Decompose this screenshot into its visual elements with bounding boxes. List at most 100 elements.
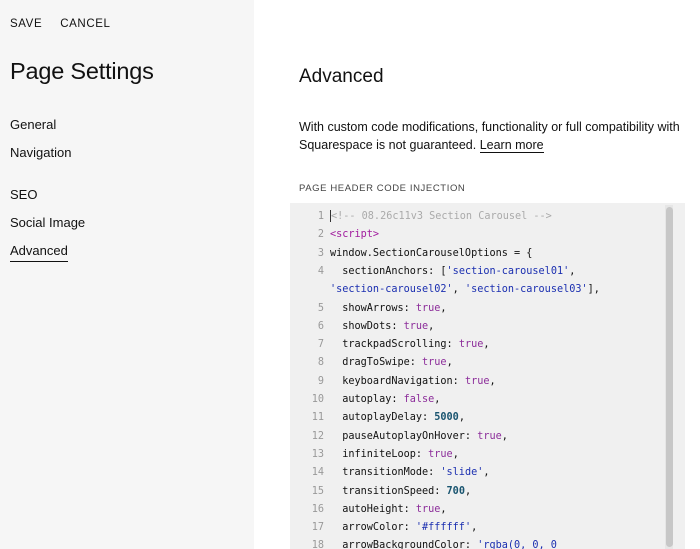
code-token: , <box>501 430 508 442</box>
code-line: 16 autoHeight: true, <box>290 501 447 519</box>
code-token: , <box>471 522 478 534</box>
code-token: infiniteLoop: <box>330 448 429 460</box>
code-token: true <box>458 339 484 351</box>
code-token: transitionMode: <box>330 467 441 479</box>
code-line: 13 infiniteLoop: true, <box>290 446 459 464</box>
code-token: false <box>403 394 435 405</box>
code-line: 4 sectionAnchors: ['section-carousel01', <box>290 263 576 281</box>
code-token: arrowColor: <box>330 522 416 534</box>
code-line: 11 autoplayDelay: 5000, <box>290 409 465 427</box>
code-token: showDots: <box>330 320 404 332</box>
line-number: 15 <box>311 485 324 497</box>
sidebar-toolbar: SAVE CANCEL <box>10 18 111 30</box>
code-line: 15 transitionSpeed: 700, <box>290 483 471 501</box>
nav-item-navigation[interactable]: Navigation <box>10 145 71 160</box>
code-token: , <box>428 320 435 332</box>
save-button[interactable]: SAVE <box>10 18 42 30</box>
line-number: 4 <box>317 265 324 277</box>
code-line: 7 trackpadScrolling: true, <box>290 336 490 354</box>
page-title: Advanced <box>299 66 384 87</box>
line-number: 11 <box>311 412 324 424</box>
code-token: , <box>483 467 490 479</box>
code-token: , <box>489 375 496 387</box>
code-token: 700 <box>446 485 465 497</box>
line-number: 10 <box>311 394 324 405</box>
line-number: 5 <box>317 302 324 314</box>
line-number: 1 <box>317 211 324 222</box>
code-token: ], <box>587 284 600 296</box>
code-token: transitionSpeed: <box>330 485 447 497</box>
code-token: <!-- 08.26c11v3 Section Carousel --> <box>331 211 552 222</box>
code-token: trackpadScrolling: <box>330 339 459 351</box>
code-line: 12 pauseAutoplayOnHover: true, <box>290 428 508 446</box>
nav-item-advanced[interactable]: Advanced <box>10 243 68 262</box>
section-label: PAGE HEADER CODE INJECTION <box>299 183 466 194</box>
code-line: 9 keyboardNavigation: true, <box>290 373 496 391</box>
code-token: true <box>415 503 441 515</box>
line-number: 8 <box>317 357 324 369</box>
code-token: , <box>464 485 472 497</box>
code-token: , <box>434 394 441 405</box>
code-token: , <box>452 448 459 460</box>
code-line: 2 <script> <box>290 226 379 244</box>
line-number: 7 <box>317 339 324 351</box>
code-token: true <box>422 357 447 369</box>
line-number: 14 <box>311 467 324 479</box>
line-number: 12 <box>311 430 324 442</box>
cancel-button[interactable]: CANCEL <box>60 18 110 30</box>
nav-item-seo[interactable]: SEO <box>10 187 37 202</box>
line-number: 6 <box>317 320 324 332</box>
code-token: pauseAutoplayOnHover: <box>330 430 478 442</box>
nav-item-general[interactable]: General <box>10 117 56 132</box>
code-token: , <box>440 503 447 515</box>
code-line: 3 window.SectionCarouselOptions = { <box>290 245 533 263</box>
code-token: keyboardNavigation: <box>330 375 465 387</box>
code-token: , <box>458 412 465 424</box>
code-editor[interactable]: 1 <!-- 08.26c11v3 Section Carousel --> 2 <s… <box>290 203 685 549</box>
line-number: 3 <box>317 247 324 259</box>
code-line: 10 autoplay: false, <box>290 391 441 409</box>
line-number: 17 <box>311 522 324 534</box>
line-number: 2 <box>317 229 324 241</box>
code-token: 'section-carousel03' <box>464 284 588 296</box>
learn-more-link[interactable]: Learn more <box>479 138 544 153</box>
code-token: 'section-carousel02' <box>330 284 453 296</box>
code-token: <script> <box>330 229 380 241</box>
code-token: , <box>446 357 453 369</box>
code-token: 'section-carousel01' <box>446 265 570 277</box>
code-token: dragToSwipe: <box>330 357 423 369</box>
code-token: true <box>428 448 453 460</box>
code-token: arrowBackgroundColor: <box>330 540 478 549</box>
code-line: 17 arrowColor: '#ffffff', <box>290 519 478 537</box>
code-line: 'section-carousel02', 'section-carousel0… <box>290 281 600 299</box>
line-number: 9 <box>317 375 324 387</box>
line-number: 18 <box>311 540 324 549</box>
code-token: window.SectionCarouselOptions = { <box>330 247 533 259</box>
line-number: 13 <box>311 448 324 460</box>
code-token: autoHeight: <box>330 503 416 515</box>
code-token: true <box>477 430 502 442</box>
code-token: '#ffffff' <box>415 522 472 534</box>
code-token: 'slide' <box>440 467 484 479</box>
code-token: showArrows: <box>330 302 416 314</box>
code-line: 6 showDots: true, <box>290 318 434 336</box>
code-token: 5000 <box>434 412 459 424</box>
code-token: , <box>569 265 576 277</box>
code-line: 18 arrowBackgroundColor: 'rgba(0, 0, 0 <box>290 537 557 549</box>
code-token: true <box>464 375 490 387</box>
code-line: 14 transitionMode: 'slide', <box>290 464 490 482</box>
code-token: , <box>452 284 465 296</box>
code-token: sectionAnchors: [ <box>330 265 447 277</box>
sidebar: SAVE CANCEL Page Settings General Naviga… <box>0 0 254 549</box>
sidebar-title: Page Settings <box>10 58 154 84</box>
code-token: 'rgba(0, 0, 0 <box>477 540 557 549</box>
scrollbar-thumb[interactable] <box>666 207 673 547</box>
code-token: true <box>415 302 441 314</box>
description: With custom code modifications, function… <box>299 118 699 154</box>
nav-item-social-image[interactable]: Social Image <box>10 215 85 230</box>
code-token: , <box>483 339 490 351</box>
code-line: 5 showArrows: true, <box>290 300 447 318</box>
line-number: 16 <box>311 503 324 515</box>
code-line: 8 dragToSwipe: true, <box>290 354 453 372</box>
code-token: , <box>440 302 447 314</box>
